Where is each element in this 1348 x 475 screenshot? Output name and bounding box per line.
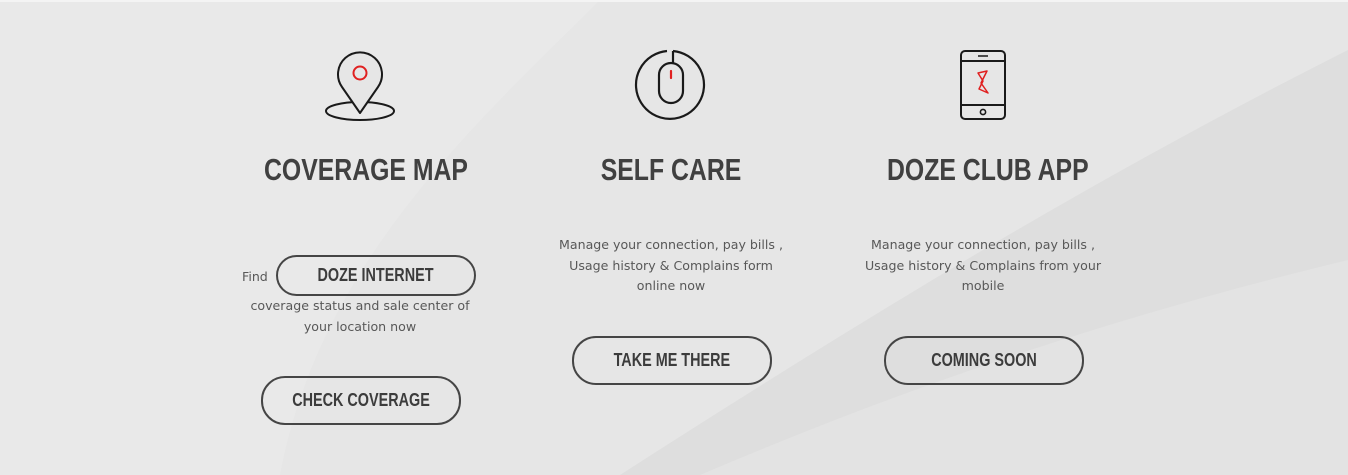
coming-soon-button-label: COMING SOON	[931, 350, 1037, 370]
self-care-title: SELF CARE	[600, 152, 742, 187]
self-care-description: Manage your connection, pay bills , Usag…	[559, 237, 783, 293]
mobile-app-icon	[960, 50, 1006, 120]
check-coverage-button-label: CHECK COVERAGE	[292, 390, 430, 410]
find-label: Find	[242, 269, 268, 284]
doze-club-app-title: DOZE CLUB APP	[887, 152, 1089, 187]
doze-club-app-description: Manage your connection, pay bills , Usag…	[864, 237, 1102, 293]
coming-soon-button[interactable]: COMING SOON	[884, 336, 1084, 385]
take-me-there-button[interactable]: TAKE ME THERE	[572, 336, 772, 385]
coverage-map-title: COVERAGE MAP	[264, 152, 468, 187]
doze-internet-button[interactable]: DOZE INTERNET	[276, 255, 476, 296]
check-coverage-button[interactable]: CHECK COVERAGE	[261, 376, 461, 425]
coverage-map-description: coverage status and sale center of your …	[250, 298, 470, 334]
map-pin-icon	[325, 51, 395, 121]
doze-internet-button-label: DOZE INTERNET	[317, 265, 434, 285]
mouse-icon	[634, 49, 706, 120]
take-me-there-button-label: TAKE ME THERE	[613, 350, 731, 370]
find-line: Find DOZE INTERNET	[240, 255, 480, 297]
